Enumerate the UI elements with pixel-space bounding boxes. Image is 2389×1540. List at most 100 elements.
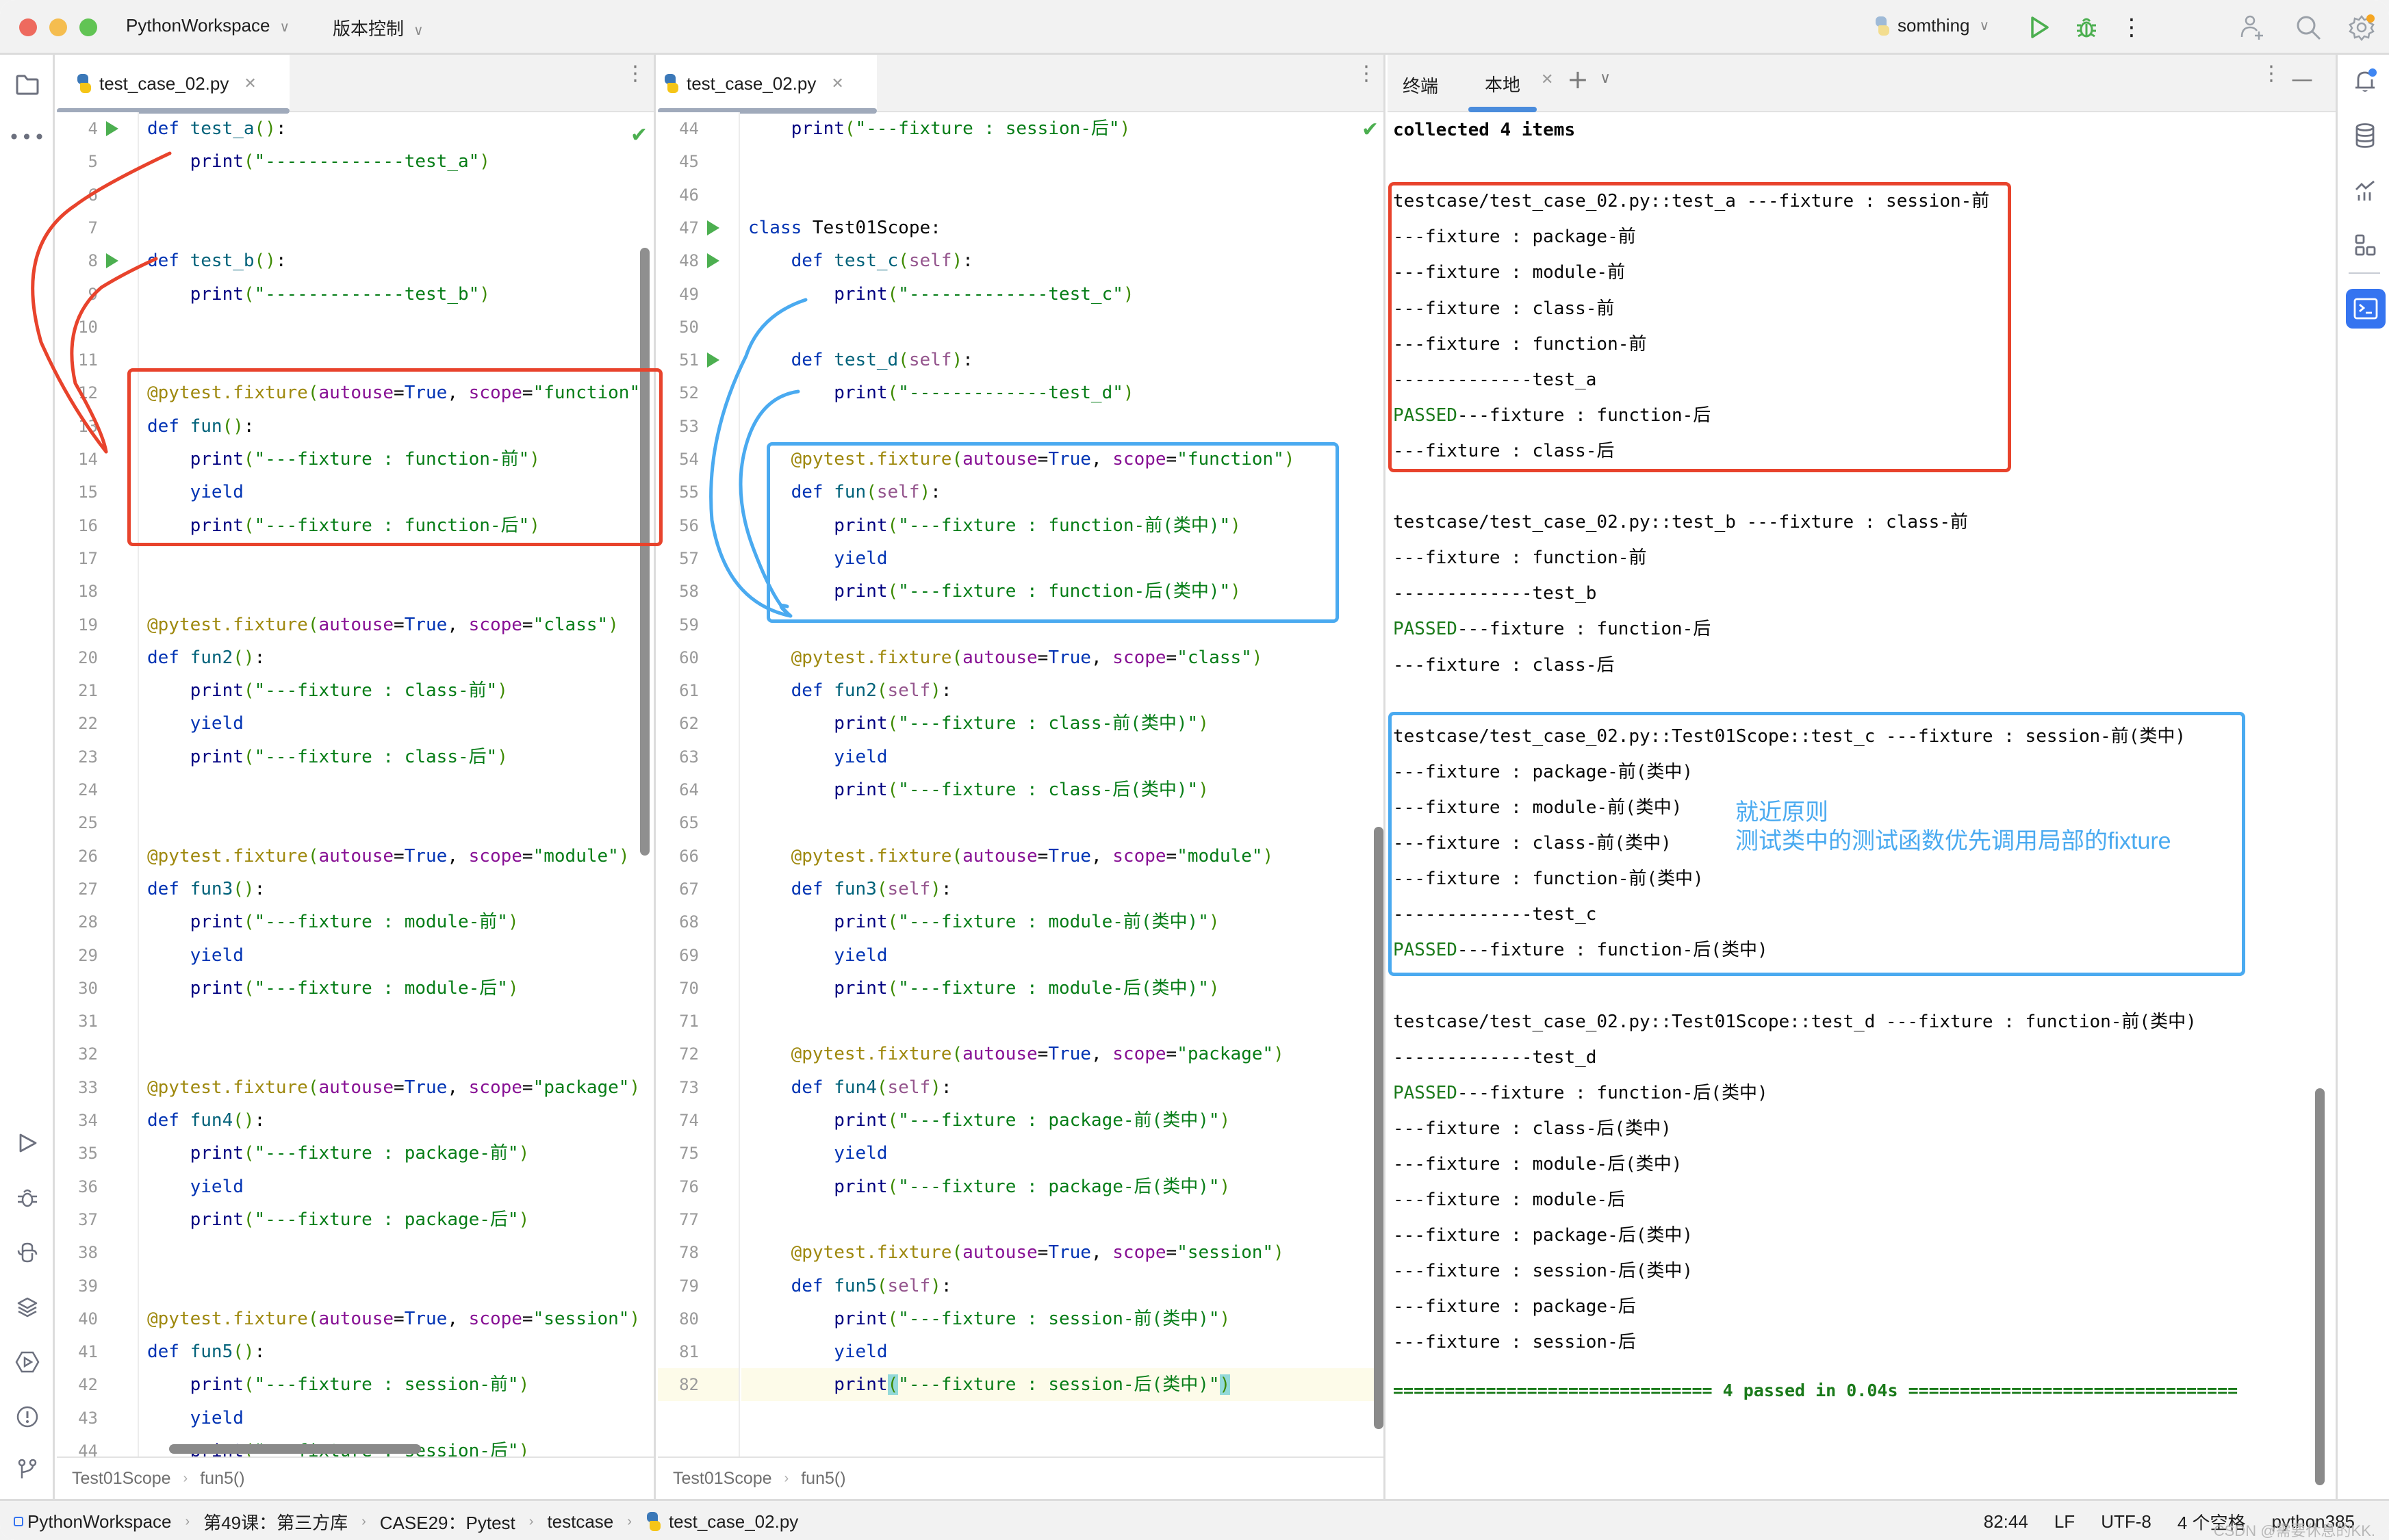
code-line: def fun2(): <box>147 647 266 668</box>
notifications-button[interactable] <box>2350 66 2380 96</box>
code-line: print("---fixture : package-后") <box>190 1209 530 1230</box>
code-line: yield <box>190 1407 244 1428</box>
add-user-button[interactable] <box>2237 12 2267 42</box>
nav-crumb-project[interactable]: PythonWorkspace <box>27 1511 172 1532</box>
breadcrumb-class[interactable]: Test01Scope <box>673 1469 772 1489</box>
minimize-window-button[interactable] <box>49 18 67 36</box>
git-button[interactable] <box>12 1454 42 1484</box>
more-tools-button[interactable]: ••• <box>8 122 45 152</box>
code-line: print("---fixture : session-后") <box>791 118 1131 139</box>
project-selector[interactable]: PythonWorkspace ∨ <box>126 15 290 36</box>
maximize-window-button[interactable] <box>79 18 97 36</box>
python-console-button[interactable] <box>12 1237 42 1268</box>
more-actions-button[interactable]: ⋮ <box>2117 12 2147 42</box>
run-gutter-icon[interactable] <box>106 253 118 269</box>
run-config-selector[interactable]: somthing ∨ <box>1874 15 1989 36</box>
terminal-tab-local[interactable]: 本地 <box>1468 55 1537 112</box>
line-number: 33 <box>78 1077 98 1097</box>
vcs-label: 版本控制 <box>333 18 405 39</box>
code-line: @pytest.fixture(autouse=True, scope="pac… <box>147 1077 641 1098</box>
python-packages-button[interactable] <box>12 1292 42 1322</box>
editor-options-button[interactable]: ⋮ <box>1356 64 1377 84</box>
close-tab-icon[interactable]: ✕ <box>831 75 843 92</box>
breadcrumb-function[interactable]: fun5() <box>200 1469 244 1489</box>
editor-options-button[interactable]: ⋮ <box>625 64 646 84</box>
tab-test-case-02-left[interactable]: test_case_02.py ✕ <box>57 55 290 114</box>
nav-crumb-lesson[interactable]: 第49课：第三方库 <box>203 1509 348 1535</box>
code-line: def fun2(self): <box>791 680 952 702</box>
code-line: @pytest.fixture(autouse=True, scope="cla… <box>147 614 619 635</box>
tab-test-case-02-right[interactable]: test_case_02.py ✕ <box>658 55 877 114</box>
terminal-tool-button[interactable] <box>2346 289 2386 329</box>
nav-crumb-case[interactable]: CASE29：Pytest <box>380 1509 515 1535</box>
project-tool-button[interactable] <box>12 70 42 100</box>
annotation-text: 测试类中的测试函数优先调用局部的fixture <box>1735 828 2171 854</box>
code-line: print("---fixture : session-前(类中)") <box>834 1308 1231 1329</box>
code-line: print("-------------test_a") <box>190 151 490 172</box>
run-gutter-icon[interactable] <box>707 352 719 368</box>
left-vertical-scrollbar[interactable] <box>640 248 650 856</box>
line-number: 14 <box>78 450 98 469</box>
hide-panel-button[interactable]: — <box>2291 66 2313 92</box>
passed-label: PASSED <box>1393 1082 1457 1103</box>
scientific-mode-button[interactable] <box>2350 175 2380 205</box>
line-separator[interactable]: LF <box>2054 1511 2075 1532</box>
new-tab-button[interactable]: + <box>1567 64 1589 94</box>
line-number: 32 <box>78 1044 98 1064</box>
nav-crumb-file[interactable]: test_case_02.py <box>669 1511 798 1532</box>
code-line: def fun5(): <box>147 1342 266 1363</box>
structure-icon <box>2355 234 2376 256</box>
run-button[interactable] <box>2025 12 2055 42</box>
settings-button[interactable] <box>2347 12 2377 42</box>
plus-icon: + <box>1567 64 1589 94</box>
breadcrumb-class[interactable]: Test01Scope <box>72 1469 171 1489</box>
tab-label: test_case_02.py <box>99 73 229 94</box>
right-editor-breadcrumb: Test01Scope › fun5() <box>658 1456 1383 1499</box>
line-number: 7 <box>88 218 98 238</box>
terminal-options-button[interactable]: ⋮ <box>2261 64 2282 84</box>
line-number: 35 <box>78 1144 98 1164</box>
line-number: 39 <box>78 1276 98 1296</box>
line-number: 79 <box>679 1276 699 1296</box>
code-line: print("---fixture : session-后(类中)") <box>834 1374 1231 1396</box>
chevron-down-icon: ∨ <box>279 20 290 35</box>
debug-tool-button[interactable] <box>12 1183 42 1213</box>
terminal-line: ---fixture : class-后 <box>1393 654 1615 676</box>
close-tab-icon[interactable]: ✕ <box>244 75 256 92</box>
line-number: 50 <box>679 317 699 337</box>
chevron-right-icon: › <box>528 1513 534 1529</box>
file-encoding[interactable]: UTF-8 <box>2101 1511 2151 1532</box>
caret-position[interactable]: 82:44 <box>1984 1511 2028 1532</box>
code-line: print("---fixture : module-后") <box>190 977 519 999</box>
debug-button[interactable] <box>2071 12 2101 42</box>
run-tool-button[interactable] <box>12 1128 42 1158</box>
terminal-scrollbar[interactable] <box>2315 1088 2325 1485</box>
left-code-area[interactable]: def test_a(): print("-------------test_a… <box>140 112 654 1456</box>
line-number: 25 <box>78 813 98 833</box>
tab-label: 本地 <box>1484 75 1520 96</box>
run-gutter-icon[interactable] <box>106 121 118 136</box>
search-button[interactable] <box>2293 12 2323 42</box>
code-line: def fun5(self): <box>791 1275 952 1296</box>
line-number: 45 <box>679 152 699 172</box>
run-config-name: somthing <box>1898 15 1970 36</box>
run-gutter-icon[interactable] <box>707 220 719 235</box>
tab-dropdown-button[interactable]: ∨ <box>1600 70 1611 87</box>
database-button[interactable] <box>2350 120 2380 151</box>
python-file-icon <box>663 74 678 93</box>
structure-button[interactable] <box>2350 230 2380 260</box>
close-tab-icon[interactable]: ✕ <box>1541 71 1553 88</box>
problems-button[interactable] <box>12 1402 42 1432</box>
services-button[interactable] <box>12 1347 42 1377</box>
left-horizontal-scrollbar[interactable] <box>169 1444 421 1454</box>
line-number: 37 <box>78 1209 98 1229</box>
right-code-area[interactable]: print("---fixture : session-后") class Tes… <box>741 112 1383 1456</box>
close-window-button[interactable] <box>19 18 37 36</box>
vcs-menu[interactable]: 版本控制 ∨ <box>333 15 424 40</box>
right-vertical-scrollbar[interactable] <box>1374 827 1383 1429</box>
code-line: def test_c(self): <box>791 251 973 272</box>
nav-crumb-folder[interactable]: testcase <box>547 1511 613 1532</box>
line-number: 42 <box>78 1375 98 1395</box>
run-gutter-icon[interactable] <box>707 253 719 269</box>
breadcrumb-function[interactable]: fun5() <box>801 1469 845 1489</box>
